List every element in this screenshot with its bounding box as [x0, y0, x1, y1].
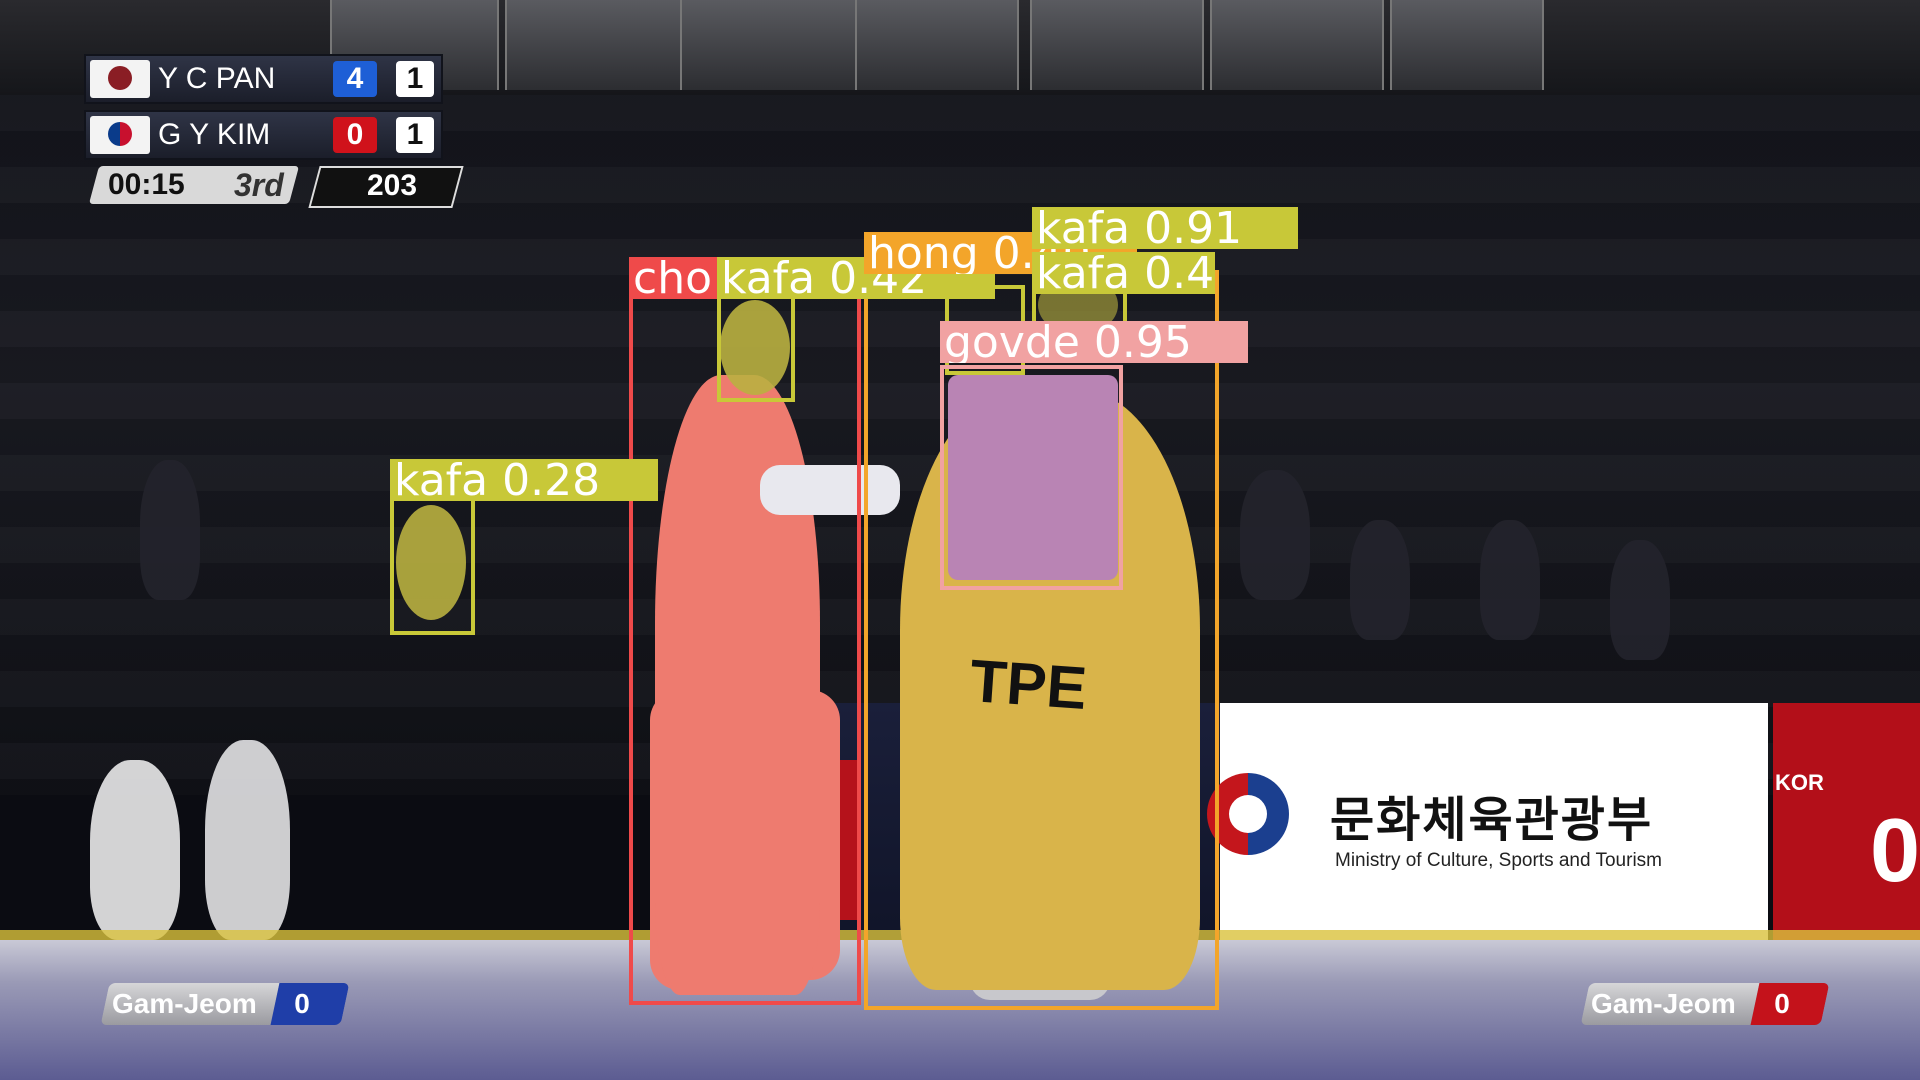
player-score: 4	[333, 61, 377, 97]
tpe-flag-icon	[90, 60, 150, 98]
board-score: 0	[1870, 801, 1920, 901]
detection-box-kafa	[717, 295, 795, 402]
ceiling-light	[505, 0, 684, 90]
sponsor-korean-text: 문화체육관광부	[1330, 792, 1654, 848]
ceiling-light	[1030, 0, 1204, 90]
player-rounds: 1	[396, 117, 434, 153]
detection-label-kafa: kafa 0.28	[390, 459, 658, 501]
detection-label-govde: govde 0.95	[940, 321, 1248, 363]
player-row: G Y KIM 0 1	[84, 110, 443, 160]
ceiling-light	[855, 0, 1019, 90]
board-country: KOR	[1775, 770, 1824, 795]
player-rounds: 1	[396, 61, 434, 97]
player-name: G Y KIM	[158, 118, 271, 151]
kor-flag-icon	[90, 116, 150, 154]
spectator	[1240, 470, 1310, 600]
scoreboard: Y C PAN 4 1 G Y KIM 0 1 00:15 3rd 203	[84, 52, 464, 212]
detection-box-kafa	[390, 497, 475, 635]
spectator	[140, 460, 200, 600]
ceiling-light	[1390, 0, 1544, 90]
ministry-logo-icon	[1207, 773, 1289, 855]
match-number: 203	[366, 169, 418, 202]
official	[205, 740, 290, 940]
player-row: Y C PAN 4 1	[84, 54, 443, 104]
spectator	[1350, 520, 1410, 640]
spectator	[1610, 540, 1670, 660]
official	[90, 760, 180, 940]
ceiling-light	[680, 0, 859, 90]
penalty-left-label: Gam-Jeom	[112, 988, 257, 1019]
detection-label-kafa: kafa 0.41	[1032, 252, 1215, 294]
spectator	[1480, 520, 1540, 640]
player-name: Y C PAN	[158, 62, 276, 95]
penalty-right-label: Gam-Jeom	[1591, 988, 1736, 1019]
video-frame: 문화체육관광부 Ministry of Culture, Sports and …	[0, 0, 1920, 1080]
match-timer: 00:15	[108, 168, 185, 201]
penalty-right-value: 0	[1774, 988, 1790, 1019]
round-indicator: 3rd	[234, 167, 284, 203]
penalty-left-value: 0	[294, 988, 310, 1019]
sponsor-english-text: Ministry of Culture, Sports and Tourism	[1335, 850, 1662, 871]
detection-label-kafa: kafa 0.91	[1032, 207, 1298, 249]
ceiling-light	[1210, 0, 1384, 90]
detection-box-govde	[940, 365, 1123, 590]
player-score: 0	[333, 117, 377, 153]
